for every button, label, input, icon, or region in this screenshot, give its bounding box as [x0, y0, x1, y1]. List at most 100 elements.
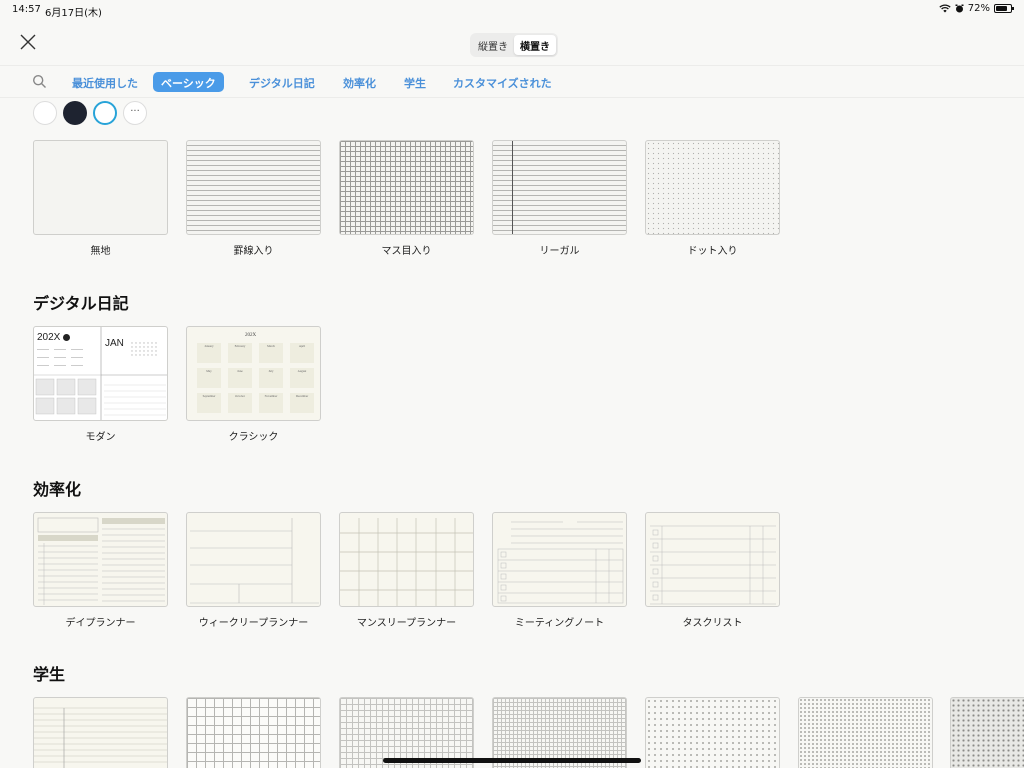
template-thumbnail [645, 697, 780, 768]
template-thumbnail [186, 140, 321, 235]
month-cell: December [290, 393, 314, 413]
template-thumbnail [798, 697, 933, 768]
template-student-dots-fine[interactable] [798, 697, 933, 768]
section-title-digital-diary: デジタル日記 [33, 294, 129, 313]
modern-year-text: 202X [37, 332, 61, 343]
template-thumbnail [186, 512, 321, 607]
template-label: モダン [85, 432, 116, 443]
template-thumbnail [492, 512, 627, 607]
portrait-option[interactable]: 縦置き [472, 35, 514, 55]
wifi-icon [939, 4, 951, 13]
tab-recent[interactable]: 最近使用した [64, 72, 146, 92]
tab-digital-diary[interactable]: デジタル日記 [241, 72, 323, 92]
status-date: 6月17日(木) [45, 8, 102, 19]
template-thumbnail [492, 140, 627, 235]
day-planner-preview [37, 517, 165, 605]
template-label: ドット入り [687, 246, 738, 257]
close-icon [20, 34, 36, 50]
month-cell: September [197, 393, 221, 413]
month-cell: May [197, 368, 221, 388]
month-cell: April [290, 343, 314, 363]
template-label: 無地 [90, 246, 111, 257]
tab-basic[interactable]: ベーシック [153, 72, 224, 92]
swatch-white[interactable] [33, 101, 57, 125]
template-thumbnail [33, 140, 168, 235]
classic-year-text: 202X [245, 333, 257, 338]
template-ruled[interactable]: 罫線入り [186, 140, 321, 257]
monthly-planner-preview [340, 518, 473, 606]
template-classic[interactable]: 202X January February March April May Ju… [186, 326, 321, 443]
template-legal[interactable]: リーガル [492, 140, 627, 257]
more-colors-button[interactable]: ··· [123, 101, 147, 125]
template-modern[interactable]: 202X JAN モダン [33, 326, 168, 443]
section-title-productivity: 効率化 [33, 480, 82, 499]
alarm-icon [955, 4, 964, 13]
orientation-toggle: 縦置き 横置き [470, 33, 558, 57]
month-cell: August [290, 368, 314, 388]
modern-month-text: JAN [105, 338, 124, 349]
meeting-notes-preview [497, 521, 624, 604]
home-indicator[interactable] [383, 758, 641, 763]
template-meeting-notes[interactable]: ミーティングノート [492, 512, 627, 629]
margin-line [512, 141, 513, 234]
paper-color-swatches: ··· [33, 101, 147, 125]
close-button[interactable] [18, 32, 38, 52]
status-time: 14:57 [12, 4, 41, 15]
template-day-planner[interactable]: デイプランナー [33, 512, 168, 629]
month-cell: October [228, 393, 252, 413]
battery-icon [994, 4, 1014, 13]
classic-month-grid: January February March April May June Ju… [197, 343, 314, 413]
month-cell: January [197, 343, 221, 363]
swatch-selected[interactable] [93, 101, 117, 125]
month-cell: November [259, 393, 283, 413]
template-label: デイプランナー [65, 618, 136, 629]
template-student-grid-large[interactable] [186, 697, 321, 768]
template-thumbnail [645, 140, 780, 235]
template-student-hex[interactable] [950, 697, 1024, 768]
tab-productivity[interactable]: 効率化 [335, 72, 384, 92]
template-thumbnail [339, 140, 474, 235]
template-label: 罫線入り [233, 246, 274, 257]
tab-customized[interactable]: カスタマイズされた [445, 72, 560, 92]
template-thumbnail: 202X JAN [33, 326, 168, 421]
template-label: タスクリスト [682, 618, 743, 629]
template-label: マンスリープランナー [356, 618, 457, 629]
template-task-list[interactable]: タスクリスト [645, 512, 780, 629]
template-grid[interactable]: マス目入り [339, 140, 474, 257]
task-list-preview [650, 525, 776, 605]
swatch-dark[interactable] [63, 101, 87, 125]
template-label: リーガル [539, 246, 580, 257]
template-weekly-planner[interactable]: ウィークリープランナー [186, 512, 321, 629]
month-cell: July [259, 368, 283, 388]
template-thumbnail [186, 697, 321, 768]
search-icon[interactable] [32, 74, 47, 89]
template-thumbnail [950, 697, 1024, 768]
template-thumbnail: 202X January February March April May Ju… [186, 326, 321, 421]
category-tabs: 最近使用した ベーシック デジタル日記 効率化 学生 カスタマイズされた [0, 66, 1024, 98]
template-label: マス目入り [381, 246, 432, 257]
template-blank[interactable]: 無地 [33, 140, 168, 257]
section-title-student: 学生 [33, 665, 66, 684]
status-right: 72% [939, 3, 1014, 14]
status-bar: 14:57 6月17日(木) 72% [0, 0, 1024, 20]
template-label: ウィークリープランナー [198, 618, 309, 629]
template-student-dots[interactable] [645, 697, 780, 768]
month-cell: March [259, 343, 283, 363]
top-bar: 縦置き 横置き [0, 20, 1024, 66]
modern-year-badge-icon [63, 334, 70, 341]
month-cell: June [228, 368, 252, 388]
cornell-preview [34, 707, 167, 768]
template-monthly-planner[interactable]: マンスリープランナー [339, 512, 474, 629]
weekly-planner-preview [190, 518, 319, 604]
template-label: ミーティングノート [514, 618, 605, 629]
tab-student[interactable]: 学生 [396, 72, 434, 92]
template-thumbnail [33, 512, 168, 607]
template-student-cornell[interactable] [33, 697, 168, 768]
template-thumbnail [33, 697, 168, 768]
template-dotted[interactable]: ドット入り [645, 140, 780, 257]
battery-percent: 72% [967, 3, 990, 14]
template-thumbnail [339, 512, 474, 607]
landscape-option[interactable]: 横置き [514, 35, 556, 55]
template-thumbnail [645, 512, 780, 607]
template-label: クラシック [228, 432, 279, 443]
